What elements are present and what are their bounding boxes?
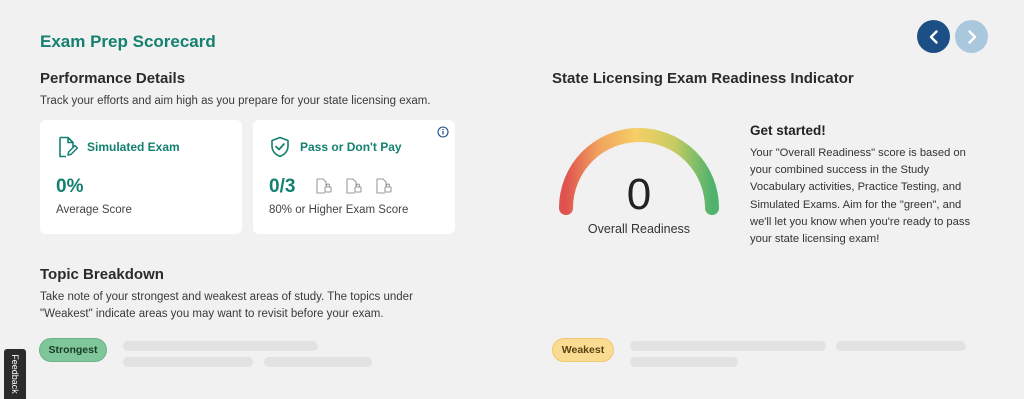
strongest-badge: Strongest [39, 338, 107, 362]
readiness-score: 0 [626, 170, 652, 219]
feedback-label: Feedback [10, 354, 20, 394]
info-icon[interactable] [437, 126, 449, 138]
weakest-badge: Weakest [552, 338, 614, 362]
weakest-topic-placeholder [630, 357, 738, 367]
get-started-text: Your "Overall Readiness" score is based … [750, 147, 971, 246]
next-button[interactable] [955, 20, 988, 53]
average-score-label: Average Score [56, 204, 132, 216]
topic-breakdown-description: Take note of your strongest and weakest … [40, 291, 413, 320]
performance-details-description: Track your efforts and aim high as you p… [40, 95, 431, 107]
simulated-exam-label: Simulated Exam [87, 140, 180, 154]
exam-score-threshold-label: 80% or Higher Exam Score [269, 204, 409, 216]
strongest-topic-placeholder [123, 341, 318, 351]
performance-details-title: Performance Details [40, 70, 186, 87]
exam-pass-count: 0/3 [269, 176, 296, 197]
pass-or-dont-pay-card: Pass or Don't Pay 0/3 80% or Higher Exam… [253, 120, 455, 234]
locked-attempts [315, 178, 393, 194]
page-title: Exam Prep Scorecard [40, 32, 216, 51]
locked-document-icon [346, 178, 362, 194]
strongest-topic-placeholder [123, 357, 253, 367]
shield-check-icon [271, 136, 289, 158]
chevron-left-icon [929, 29, 938, 44]
strongest-topic-placeholder [264, 357, 372, 367]
get-started-title: Get started! [750, 123, 826, 138]
chevron-right-icon [967, 29, 976, 44]
topic-breakdown-title: Topic Breakdown [40, 266, 164, 283]
feedback-tab[interactable]: Feedback [4, 349, 26, 399]
previous-button[interactable] [917, 20, 950, 53]
locked-document-icon [316, 178, 332, 194]
pass-or-dont-pay-label: Pass or Don't Pay [300, 140, 402, 154]
locked-document-icon [376, 178, 392, 194]
readiness-score-label: Overall Readiness [587, 222, 691, 236]
document-edit-icon [59, 136, 79, 158]
weakest-topic-placeholder [836, 341, 966, 351]
weakest-topic-placeholder [630, 341, 826, 351]
average-score-value: 0% [56, 176, 84, 197]
readiness-indicator-title: State Licensing Exam Readiness Indicator [552, 70, 854, 87]
simulated-exam-card: Simulated Exam 0% Average Score [40, 120, 242, 234]
